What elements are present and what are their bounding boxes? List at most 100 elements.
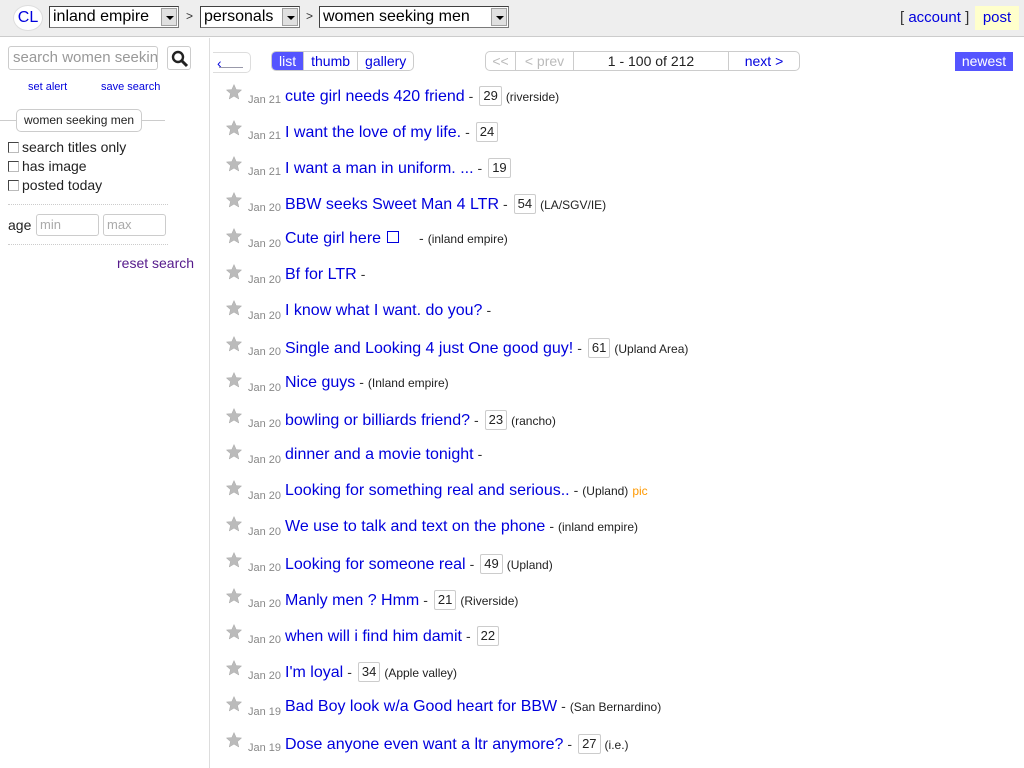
- favorite-star-icon[interactable]: [225, 407, 243, 424]
- post-link[interactable]: post: [975, 6, 1019, 30]
- result-title-link[interactable]: Single and Looking 4 just One good guy!: [285, 340, 573, 357]
- result-body: dinner and a movie tonight -: [285, 446, 482, 464]
- result-body: I'm loyal -34 (Apple valley): [285, 662, 457, 682]
- favorite-star-icon[interactable]: [225, 587, 243, 604]
- result-title-link[interactable]: BBW seeks Sweet Man 4 LTR: [285, 196, 499, 213]
- account-area: [ account ]: [900, 9, 969, 26]
- favorite-star-icon[interactable]: [225, 191, 243, 208]
- age-badge: 27: [578, 734, 601, 754]
- result-title-link[interactable]: Manly men ? Hmm: [285, 592, 419, 609]
- next-page-button[interactable]: next >: [729, 52, 799, 70]
- result-title-link[interactable]: dinner and a movie tonight: [285, 446, 474, 463]
- category-pill[interactable]: women seeking men: [16, 109, 143, 132]
- craigslist-logo[interactable]: CL: [13, 5, 43, 31]
- result-body: Nice guys - (Inland empire): [285, 374, 449, 392]
- result-title-link[interactable]: Nice guys: [285, 374, 355, 391]
- result-title-link[interactable]: when will i find him damit: [285, 628, 462, 645]
- unknown-glyph-icon: [387, 231, 400, 243]
- favorite-star-icon[interactable]: [225, 659, 243, 676]
- result-title-link[interactable]: cute girl needs 420 friend: [285, 88, 465, 105]
- favorite-star-icon[interactable]: [225, 83, 243, 100]
- post-date: Jan 20: [248, 526, 282, 538]
- age-badge: 54: [513, 194, 537, 214]
- result-title-link[interactable]: I want the love of my life.: [285, 124, 461, 141]
- favorite-star-icon[interactable]: [225, 299, 243, 316]
- result-title-link[interactable]: Looking for someone real: [285, 556, 466, 573]
- favorite-star-icon[interactable]: [225, 515, 243, 532]
- age-max-input[interactable]: max: [103, 214, 166, 236]
- filter-label: posted today: [22, 177, 103, 193]
- location-select-value: inland empire: [53, 8, 150, 25]
- result-title-link[interactable]: bowling or billiards friend?: [285, 412, 470, 429]
- search-input[interactable]: search women seeking men: [8, 46, 158, 70]
- account-link[interactable]: account: [908, 9, 961, 26]
- save-search-link[interactable]: save search: [101, 81, 160, 93]
- separator-dash: -: [468, 88, 474, 104]
- favorite-star-icon[interactable]: [225, 263, 243, 280]
- favorite-star-icon[interactable]: [225, 155, 243, 172]
- post-date: Jan 20: [248, 238, 282, 250]
- category-select[interactable]: women seeking men: [319, 6, 509, 28]
- age-badge: 22: [476, 626, 500, 646]
- favorite-star-icon[interactable]: [225, 335, 243, 352]
- tab-thumb[interactable]: thumb: [304, 52, 359, 70]
- result-body: We use to talk and text on the phone - (in…: [285, 518, 638, 536]
- result-title-link[interactable]: Bad Boy look w/a Good heart for BBW: [285, 698, 557, 715]
- post-date: Jan 20: [248, 382, 282, 394]
- result-title-link[interactable]: I'm loyal: [285, 664, 343, 681]
- filter-posted-today[interactable]: posted today: [8, 176, 102, 194]
- age-badge: 61: [587, 338, 611, 358]
- sort-newest-button[interactable]: newest: [955, 52, 1013, 71]
- favorite-star-icon[interactable]: [225, 371, 243, 388]
- favorite-star-icon[interactable]: [225, 227, 243, 244]
- result-range: 1 - 100 of 212: [574, 52, 729, 70]
- chevron-down-icon: [282, 8, 298, 26]
- post-date: Jan 20: [248, 634, 282, 646]
- prev-page-button[interactable]: < prev: [516, 52, 574, 70]
- separator-dash: -: [577, 340, 582, 356]
- favorite-star-icon[interactable]: [225, 623, 243, 640]
- favorite-star-icon[interactable]: [225, 731, 243, 748]
- search-sidebar: search women seeking men set alert save …: [0, 38, 210, 768]
- separator-dash: -: [573, 482, 579, 498]
- first-page-button[interactable]: <<: [486, 52, 516, 70]
- result-title-link[interactable]: Bf for LTR: [285, 266, 357, 283]
- result-title-link[interactable]: I want a man in uniform. ...: [285, 160, 474, 177]
- neighborhood-label: (Upland Area): [614, 342, 689, 356]
- checkbox[interactable]: [8, 161, 19, 172]
- result-title-link[interactable]: Cute girl here: [285, 230, 381, 247]
- set-alert-link[interactable]: set alert: [28, 81, 67, 93]
- result-body: Dose anyone even want a ltr anymore? -27(…: [285, 734, 629, 754]
- filter-has-image[interactable]: has image: [8, 157, 87, 175]
- result-title-link[interactable]: I know what I want. do you?: [285, 302, 482, 319]
- filter-search-titles-only[interactable]: search titles only: [8, 138, 126, 156]
- post-date: Jan 21: [248, 166, 282, 178]
- tab-list[interactable]: list: [272, 52, 305, 70]
- location-select[interactable]: inland empire: [49, 6, 179, 28]
- neighborhood-label: (Apple valley): [384, 666, 458, 680]
- reset-search-link[interactable]: reset search: [117, 255, 194, 271]
- collapse-sidebar-button[interactable]: ‹: [213, 52, 251, 73]
- result-title-link[interactable]: We use to talk and text on the phone: [285, 518, 545, 535]
- divider: [8, 244, 168, 245]
- search-button[interactable]: [167, 46, 191, 70]
- separator-dash: -: [477, 446, 483, 462]
- age-min-input[interactable]: min: [36, 214, 99, 236]
- favorite-star-icon[interactable]: [225, 551, 243, 568]
- result-title-link[interactable]: Dose anyone even want a ltr anymore?: [285, 736, 563, 753]
- neighborhood-label: (inland empire): [558, 520, 639, 534]
- result-title-link[interactable]: Looking for something real and serious..: [285, 482, 570, 499]
- favorite-star-icon[interactable]: [225, 695, 243, 712]
- favorite-star-icon[interactable]: [225, 119, 243, 136]
- tab-gallery[interactable]: gallery: [358, 52, 413, 70]
- section-select[interactable]: personals: [200, 6, 300, 28]
- post-date: Jan 20: [248, 202, 282, 214]
- age-label: age: [8, 217, 32, 233]
- chevron-down-icon: [491, 8, 507, 26]
- checkbox[interactable]: [8, 142, 19, 153]
- favorite-star-icon[interactable]: [225, 479, 243, 496]
- checkbox[interactable]: [8, 180, 19, 191]
- favorite-star-icon[interactable]: [225, 443, 243, 460]
- result-body: Looking for something real and serious..…: [285, 482, 648, 500]
- separator-dash: -: [549, 518, 554, 534]
